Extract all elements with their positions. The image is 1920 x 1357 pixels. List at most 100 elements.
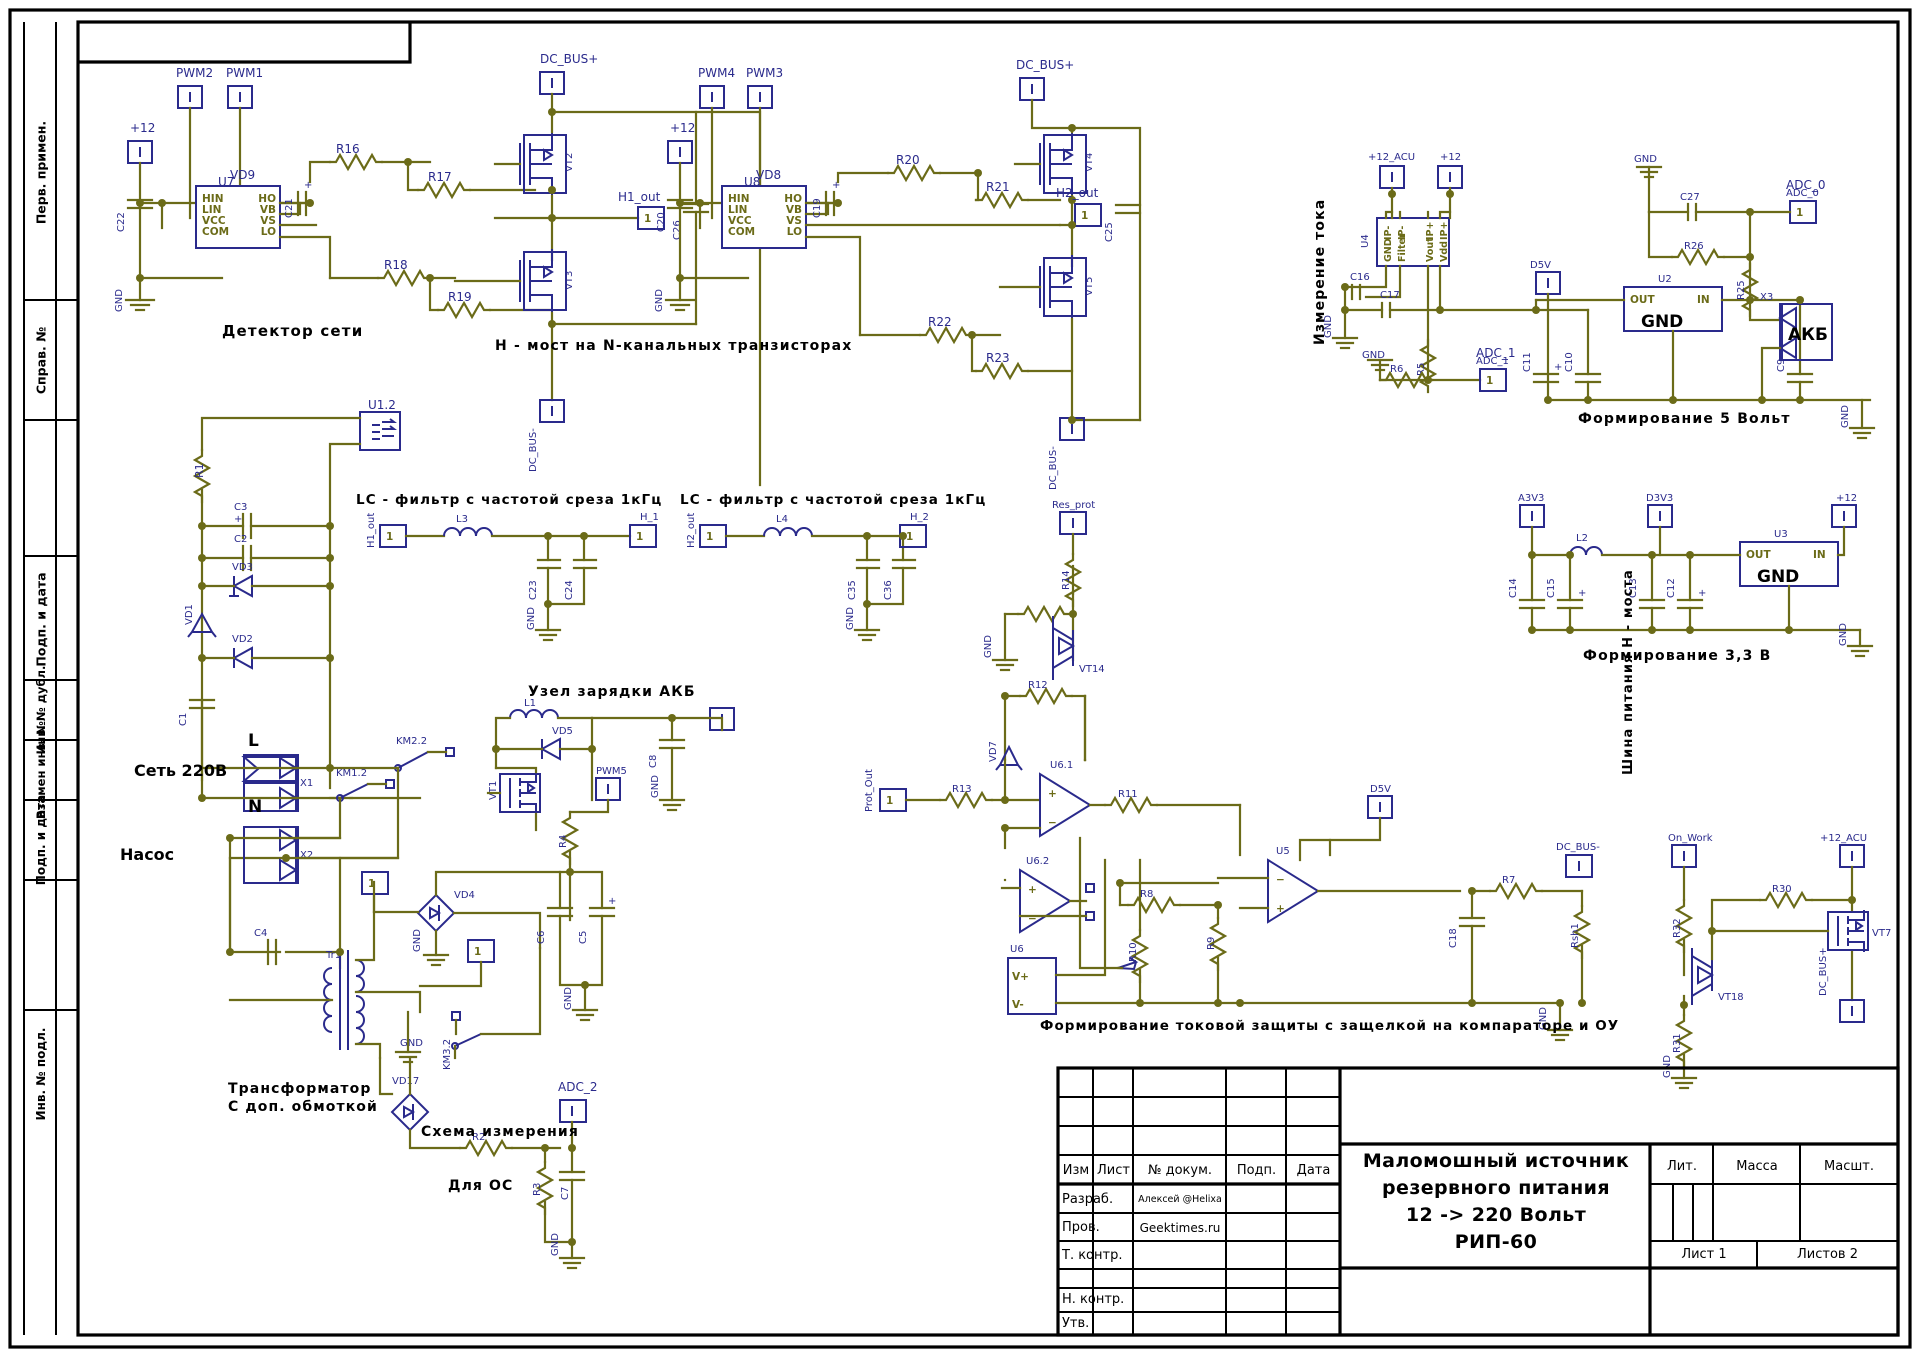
u7-pins-left: HIN LIN VCC COM (202, 193, 230, 238)
svg-text:VD5: VD5 (552, 726, 573, 737)
port-label-12v-right: +12 (670, 121, 696, 135)
ref-u8: U8 (744, 175, 761, 189)
svg-text:Prot_Out: Prot_Out (864, 769, 875, 812)
svg-text:OUT: OUT (1746, 549, 1771, 561)
port-label-pwm4: PWM4 (698, 66, 736, 80)
svg-text:C17: C17 (1380, 290, 1400, 301)
svg-text:VD7: VD7 (988, 741, 999, 762)
svg-text:R30: R30 (1772, 884, 1792, 895)
port-label-adc2: ADC_2 (558, 1080, 598, 1094)
svg-text:+: + (1698, 588, 1706, 599)
ref-r1-v: R1 (193, 463, 206, 478)
svg-text:1: 1 (644, 213, 651, 225)
svg-text:R9: R9 (1206, 937, 1217, 950)
tb-header-doc: № докум. (1147, 1163, 1213, 1178)
svg-text:C21: C21 (284, 198, 295, 218)
svg-text:C4: C4 (254, 928, 267, 939)
margin-label-6: Инв. № подл. (34, 1027, 48, 1121)
tb-mass: Масса (1736, 1159, 1778, 1174)
svg-text:X2: X2 (300, 850, 313, 861)
svg-text:+12_ACU: +12_ACU (1368, 152, 1415, 163)
svg-text:C7: C7 (560, 1187, 571, 1200)
svg-text:DC_BUS-: DC_BUS- (528, 428, 539, 472)
note-measure-circuit: Схема измерения (421, 1124, 579, 1140)
svg-text:1: 1 (1796, 207, 1803, 219)
svg-text:C18: C18 (1448, 928, 1459, 948)
svg-text:U5: U5 (1276, 846, 1290, 857)
tb-doc-1: Geektimes.ru (1139, 1221, 1221, 1235)
svg-text:PWM5: PWM5 (596, 766, 627, 777)
u4-pin-ipm2: IP- (1397, 225, 1408, 240)
svg-text:C1: C1 (178, 713, 189, 726)
svg-text:U4: U4 (1360, 234, 1371, 248)
port-label-dcbus-plus-2: DC_BUS+ (1016, 58, 1075, 72)
svg-text:IN: IN (1813, 549, 1826, 561)
ref-r22: R22 (928, 315, 952, 329)
svg-text:1: 1 (474, 946, 481, 958)
svg-text:+12: +12 (1836, 493, 1857, 504)
u4-pin-vdd: Vdd (1439, 241, 1450, 262)
svg-text:R31: R31 (1672, 1033, 1683, 1053)
svg-text:R14: R14 (1061, 570, 1072, 590)
svg-text:1: 1 (886, 795, 893, 807)
label-mains: Сеть 220В (134, 761, 228, 780)
svg-text:1: 1 (368, 878, 375, 890)
svg-text:+12_ACU: +12_ACU (1820, 833, 1867, 844)
svg-text:R11: R11 (1118, 789, 1138, 800)
u4-pin-ipp2: IP+ (1439, 221, 1450, 240)
note-mains-detector: Детектор сети (222, 322, 364, 340)
svg-text:R12: R12 (1028, 680, 1048, 691)
svg-text:R26: R26 (1684, 241, 1704, 252)
port-label-N: N (248, 797, 263, 817)
note-transformer: Трансформатор С доп. обмоткой (228, 1081, 378, 1115)
svg-text:X3: X3 (1760, 292, 1773, 303)
svg-text:C20: C20 (656, 212, 667, 232)
svg-text:C10: C10 (1564, 352, 1575, 372)
u8-pins-right: HO VB VS LO (784, 193, 802, 238)
tb-role-1: Пров. (1062, 1220, 1100, 1235)
svg-text:GND: GND (1634, 154, 1657, 165)
svg-text:C26: C26 (672, 220, 683, 240)
svg-text:R10: R10 (1128, 942, 1139, 962)
svg-text:GND: GND (550, 1233, 561, 1256)
ref-r21: R21 (986, 180, 1010, 194)
port-label-dcbus-plus-1: DC_BUS+ (540, 52, 599, 66)
margin-label-5: Подп. и дата (34, 794, 48, 886)
port-label-adc1: ADC_1 (1476, 346, 1516, 360)
svg-text:−: − (1028, 913, 1037, 925)
tb-sheet-no: Лист 1 (1681, 1247, 1727, 1262)
svg-text:GND: GND (526, 607, 537, 630)
svg-text:1: 1 (1081, 210, 1088, 222)
schematic-sheet: C22 GND C21 + VT2 1 C26 VT3 DC_BUS- C20 … (0, 0, 1920, 1357)
svg-text:C15: C15 (1546, 578, 1557, 598)
svg-text:OUT: OUT (1630, 294, 1655, 306)
svg-text:VD17: VD17 (392, 1076, 419, 1087)
svg-text:U6.1: U6.1 (1050, 760, 1073, 771)
svg-text:C25: C25 (1104, 222, 1115, 242)
tb-header-izm: Изм (1062, 1163, 1090, 1178)
svg-text:R32: R32 (1672, 918, 1683, 938)
svg-text:C35: C35 (847, 580, 858, 600)
port-label-L: L (248, 731, 259, 751)
label-akb: АКБ (1788, 325, 1829, 345)
svg-text:D3V3: D3V3 (1646, 493, 1673, 504)
svg-text:C8: C8 (648, 755, 659, 768)
svg-text:KM1.2: KM1.2 (336, 768, 367, 779)
svg-text:VD4: VD4 (454, 890, 475, 901)
tb-header-list: Лист (1097, 1163, 1130, 1178)
svg-text:C6: C6 (536, 931, 547, 944)
svg-text:C23: C23 (528, 580, 539, 600)
ref-u12: U1.2 (368, 398, 396, 412)
note-form-3v3: Формирование 3,3 В (1583, 648, 1772, 664)
ref-r19: R19 (448, 290, 472, 304)
u4-pin-vout: Vout (1425, 237, 1436, 262)
note-for-fb: Для ОС (448, 1178, 514, 1194)
svg-text:VD1: VD1 (184, 604, 195, 625)
tb-header-sign: Подп. (1236, 1163, 1277, 1178)
tb-scale: Масшт. (1824, 1159, 1874, 1174)
svg-text:1: 1 (386, 531, 393, 543)
note-lc-filter-2: LC - фильтр с частотой среза 1кГц (680, 492, 987, 508)
port-label-h2out: H2_out (1056, 186, 1099, 200)
svg-text:C36: C36 (883, 580, 894, 600)
svg-text:GND: GND (1662, 1055, 1673, 1078)
